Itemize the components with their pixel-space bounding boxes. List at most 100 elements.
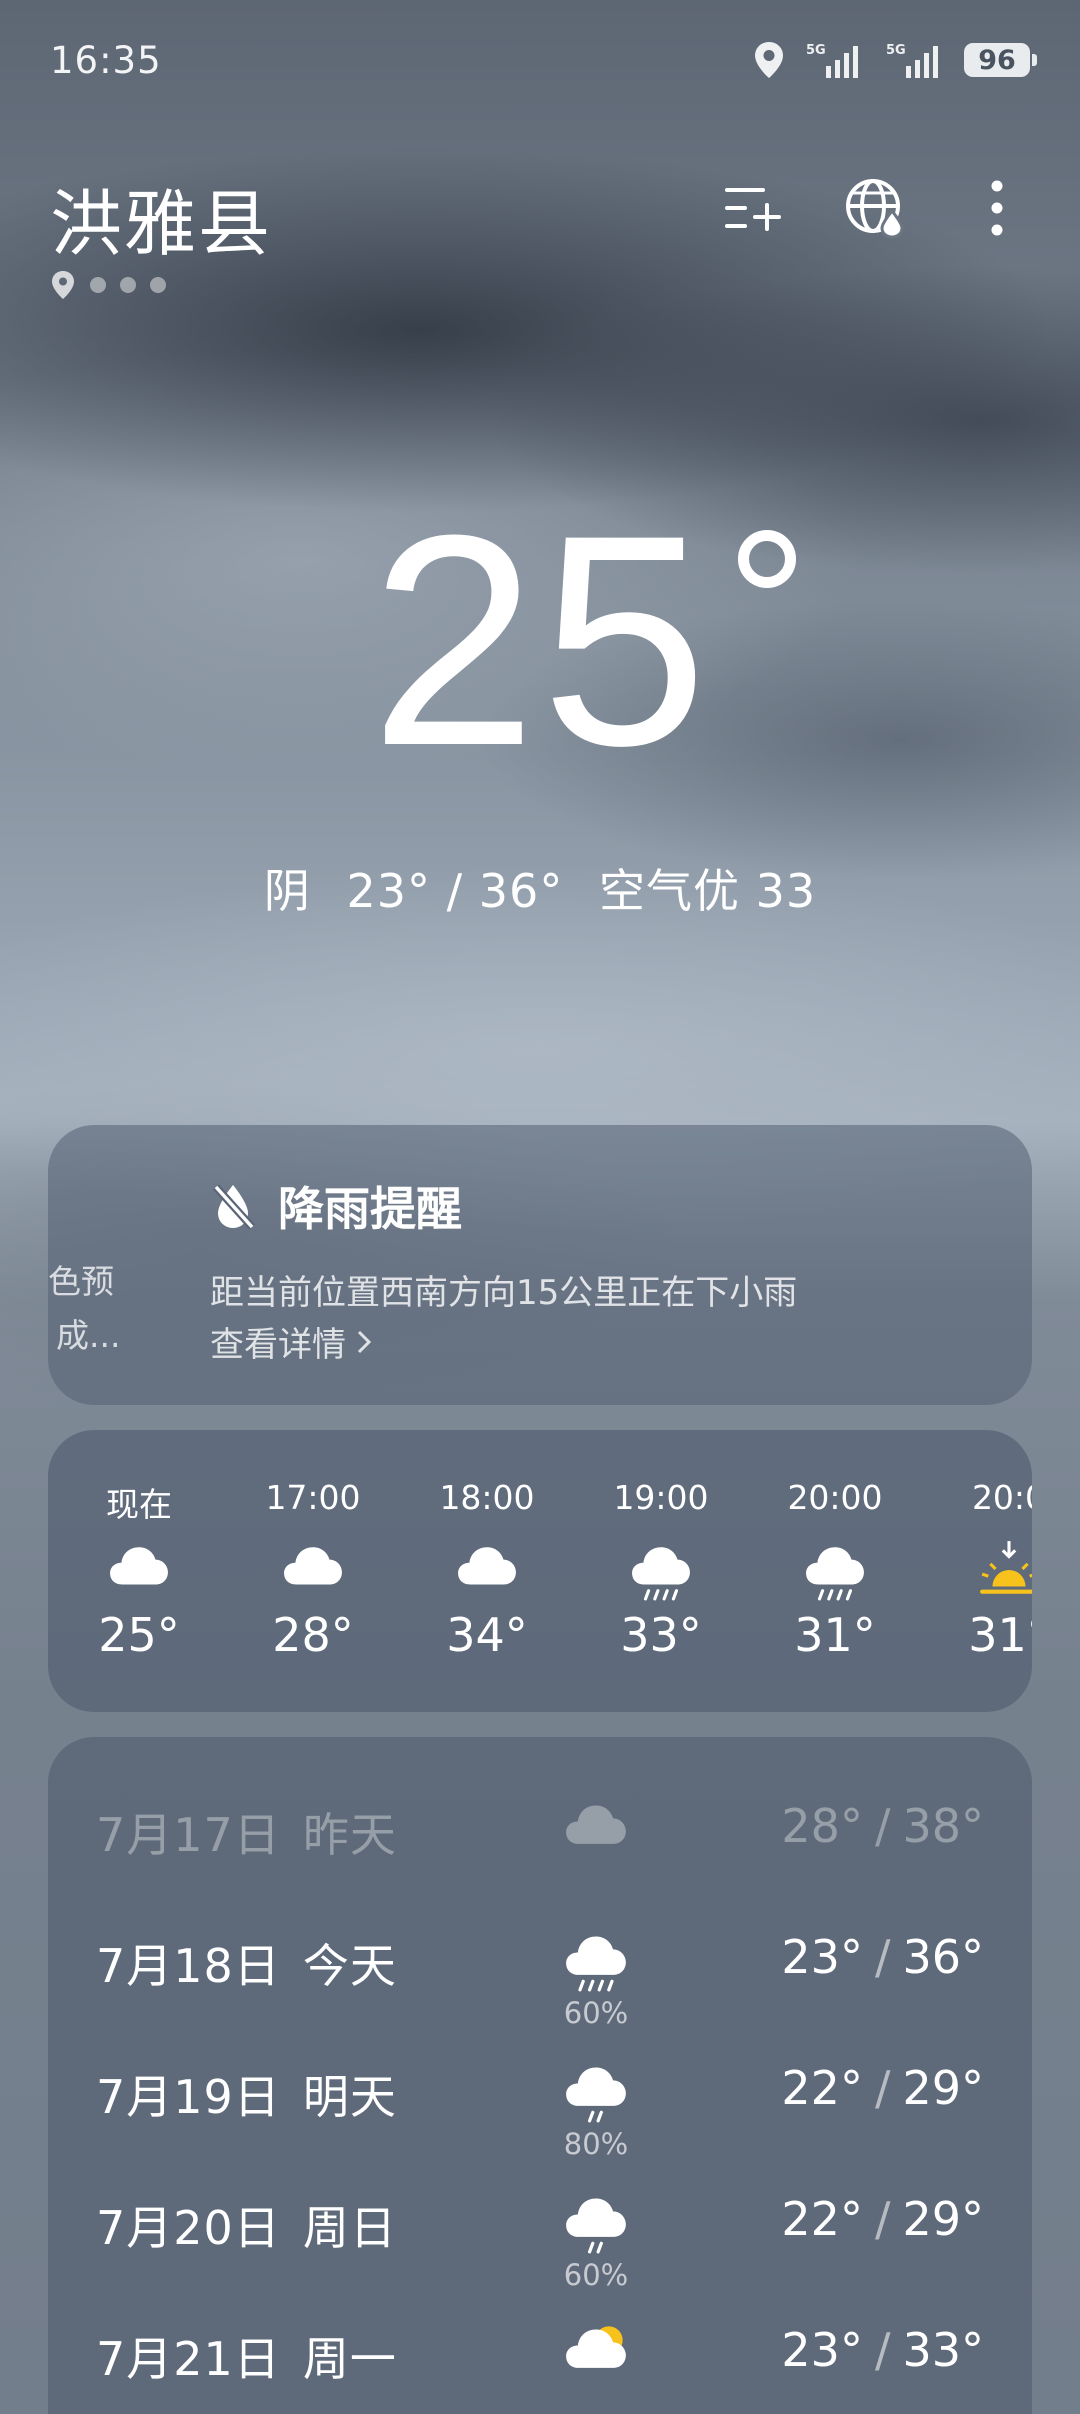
more-options-button[interactable] — [964, 175, 1030, 241]
cloud-icon — [110, 1547, 168, 1585]
hourly-time: 17:00 — [265, 1478, 361, 1517]
daily-icon — [556, 2313, 636, 2393]
hourly-forecast-card[interactable]: 现在 25° 17:00 28° 18:00 34° 19:00 33° 20:00 31° 20:… — [48, 1430, 1032, 1712]
daily-weekday: 今天 — [302, 1939, 397, 1993]
daily-date: 7月19日 明天 — [96, 2061, 397, 2127]
list-add-icon — [725, 188, 781, 231]
header: 洪雅县 — [50, 165, 1030, 305]
current-low-high: 23° / 36° — [346, 864, 564, 918]
hourly-item[interactable]: 20:00 31° — [748, 1430, 922, 1712]
hourly-icon — [52, 1535, 226, 1605]
city-name[interactable]: 洪雅县 — [50, 165, 272, 270]
daily-row[interactable]: 7月21日 周一 23°/33° — [48, 2323, 1032, 2414]
peek-line-1: 色预 — [48, 1262, 114, 1301]
page-dot[interactable] — [120, 277, 136, 293]
location-icon — [752, 40, 786, 80]
sunset-icon — [980, 1541, 1032, 1594]
hourly-time: 20:00 — [787, 1478, 883, 1517]
daily-low: 23° — [781, 1930, 863, 1984]
cloud-icon — [284, 1547, 342, 1585]
status-time: 16:35 — [50, 38, 162, 82]
daily-icon — [556, 1789, 636, 1869]
view-details-label: 查看详情 — [210, 1325, 346, 1365]
rain-alert-description: 距当前位置西南方向15公里正在下小雨 — [210, 1273, 798, 1313]
battery-icon: 96 — [964, 43, 1037, 77]
daily-low: 23° — [781, 2323, 863, 2377]
no-rain-drop-icon — [213, 1184, 255, 1230]
current-condition: 阴 — [263, 864, 311, 918]
daily-high: 29° — [902, 2192, 984, 2246]
signal-5g-icon: 5G — [804, 40, 866, 80]
daily-row[interactable]: 7月18日 今天 60% 23°/36° — [48, 1930, 1032, 2050]
hourly-temp: 34° — [446, 1608, 528, 1662]
daily-date-text: 7月19日 — [96, 2070, 281, 2124]
peek-line-2: 成... — [56, 1316, 121, 1355]
header-actions — [720, 175, 1030, 241]
daily-precip: 60% — [563, 2258, 629, 2292]
daily-icon — [556, 2182, 636, 2262]
light-rain-icon — [566, 2198, 626, 2254]
temp-separator: / — [874, 1799, 891, 1853]
daily-weekday: 周日 — [302, 2201, 397, 2255]
rain-alert-card[interactable]: 色预 成... 降雨提醒 距当前位置西南方向15公里正在下小雨 查看详情 — [48, 1125, 1032, 1405]
daily-temps: 22°/29° — [781, 2061, 984, 2115]
daily-forecast-card[interactable]: 7月17日 昨天 28°/38° 7月18日 今天 60% 23°/36° 7月19日 明天 80… — [48, 1737, 1032, 2414]
hourly-forecast-list[interactable]: 现在 25° 17:00 28° 18:00 34° 19:00 33° 20:00 31° 20:… — [48, 1430, 1032, 1712]
degree-symbol — [738, 530, 796, 588]
daily-high: 33° — [902, 2323, 984, 2377]
signal-5g-icon-2: 5G — [884, 40, 946, 80]
daily-precip: 80% — [563, 2127, 629, 2161]
temp-separator: / — [874, 2323, 891, 2377]
daily-weekday: 昨天 — [302, 1808, 397, 1862]
temp-separator: / — [874, 2192, 891, 2246]
hourly-item[interactable]: 17:00 28° — [226, 1430, 400, 1712]
daily-temps: 22°/29° — [781, 2192, 984, 2246]
hourly-item[interactable]: 19:00 33° — [574, 1430, 748, 1712]
daily-icon — [556, 1920, 636, 2000]
chevron-right-icon — [357, 1330, 372, 1353]
daily-date-text: 7月21日 — [96, 2332, 281, 2386]
hourly-temp: 31° — [968, 1608, 1032, 1662]
daily-icon — [556, 2051, 636, 2131]
hourly-time: 19:00 — [613, 1478, 709, 1517]
current-temperature: 25 — [370, 472, 712, 808]
heavy-rain-icon — [566, 1936, 626, 1992]
daily-row[interactable]: 7月20日 周日 60% 22°/29° — [48, 2192, 1032, 2312]
view-details-link[interactable]: 查看详情 — [210, 1317, 372, 1366]
hourly-time: 20:0 — [971, 1478, 1032, 1517]
daily-high: 29° — [902, 2061, 984, 2115]
hourly-temp: 31° — [794, 1608, 876, 1662]
status-bar: 16:35 5G 5G 96 — [0, 0, 1080, 120]
air-quality: 空气优 33 — [598, 864, 817, 918]
partly-cloudy-icon — [566, 2326, 626, 2368]
hourly-item[interactable]: 现在 25° — [52, 1430, 226, 1712]
current-summary[interactable]: 阴 23° / 36° 空气优 33 — [0, 855, 1080, 921]
hourly-icon — [226, 1535, 400, 1605]
add-city-button[interactable] — [720, 175, 786, 241]
net1-label: 5G — [806, 43, 826, 58]
hourly-icon — [400, 1535, 574, 1605]
daily-temps: 23°/36° — [781, 1930, 984, 1984]
rain-alert-title: 降雨提醒 — [278, 1182, 462, 1236]
page-indicator — [50, 270, 166, 300]
daily-row[interactable]: 7月17日 昨天 28°/38° — [48, 1799, 1032, 1919]
page-dot[interactable] — [90, 277, 106, 293]
daily-temps: 28°/38° — [781, 1799, 984, 1853]
battery-level: 96 — [978, 44, 1016, 76]
daily-row[interactable]: 7月19日 明天 80% 22°/29° — [48, 2061, 1032, 2181]
daily-temps: 23°/33° — [781, 2323, 984, 2377]
hourly-item[interactable]: 18:00 34° — [400, 1430, 574, 1712]
hourly-time: 现在 — [106, 1485, 172, 1524]
page-dot[interactable] — [150, 277, 166, 293]
temp-separator: / — [874, 1930, 891, 1984]
hourly-icon — [574, 1535, 748, 1605]
daily-precip: 60% — [563, 1996, 629, 2030]
daily-date: 7月17日 昨天 — [96, 1799, 397, 1865]
hourly-item[interactable]: 20:0 31° — [922, 1430, 1032, 1712]
cloud-icon — [566, 1805, 626, 1844]
rain-alert-header: 降雨提醒 — [210, 1173, 462, 1239]
daily-date-text: 7月18日 — [96, 1939, 281, 1993]
cloud-icon — [458, 1547, 516, 1585]
daily-weekday: 明天 — [302, 2070, 397, 2124]
global-weather-button[interactable] — [842, 175, 908, 241]
